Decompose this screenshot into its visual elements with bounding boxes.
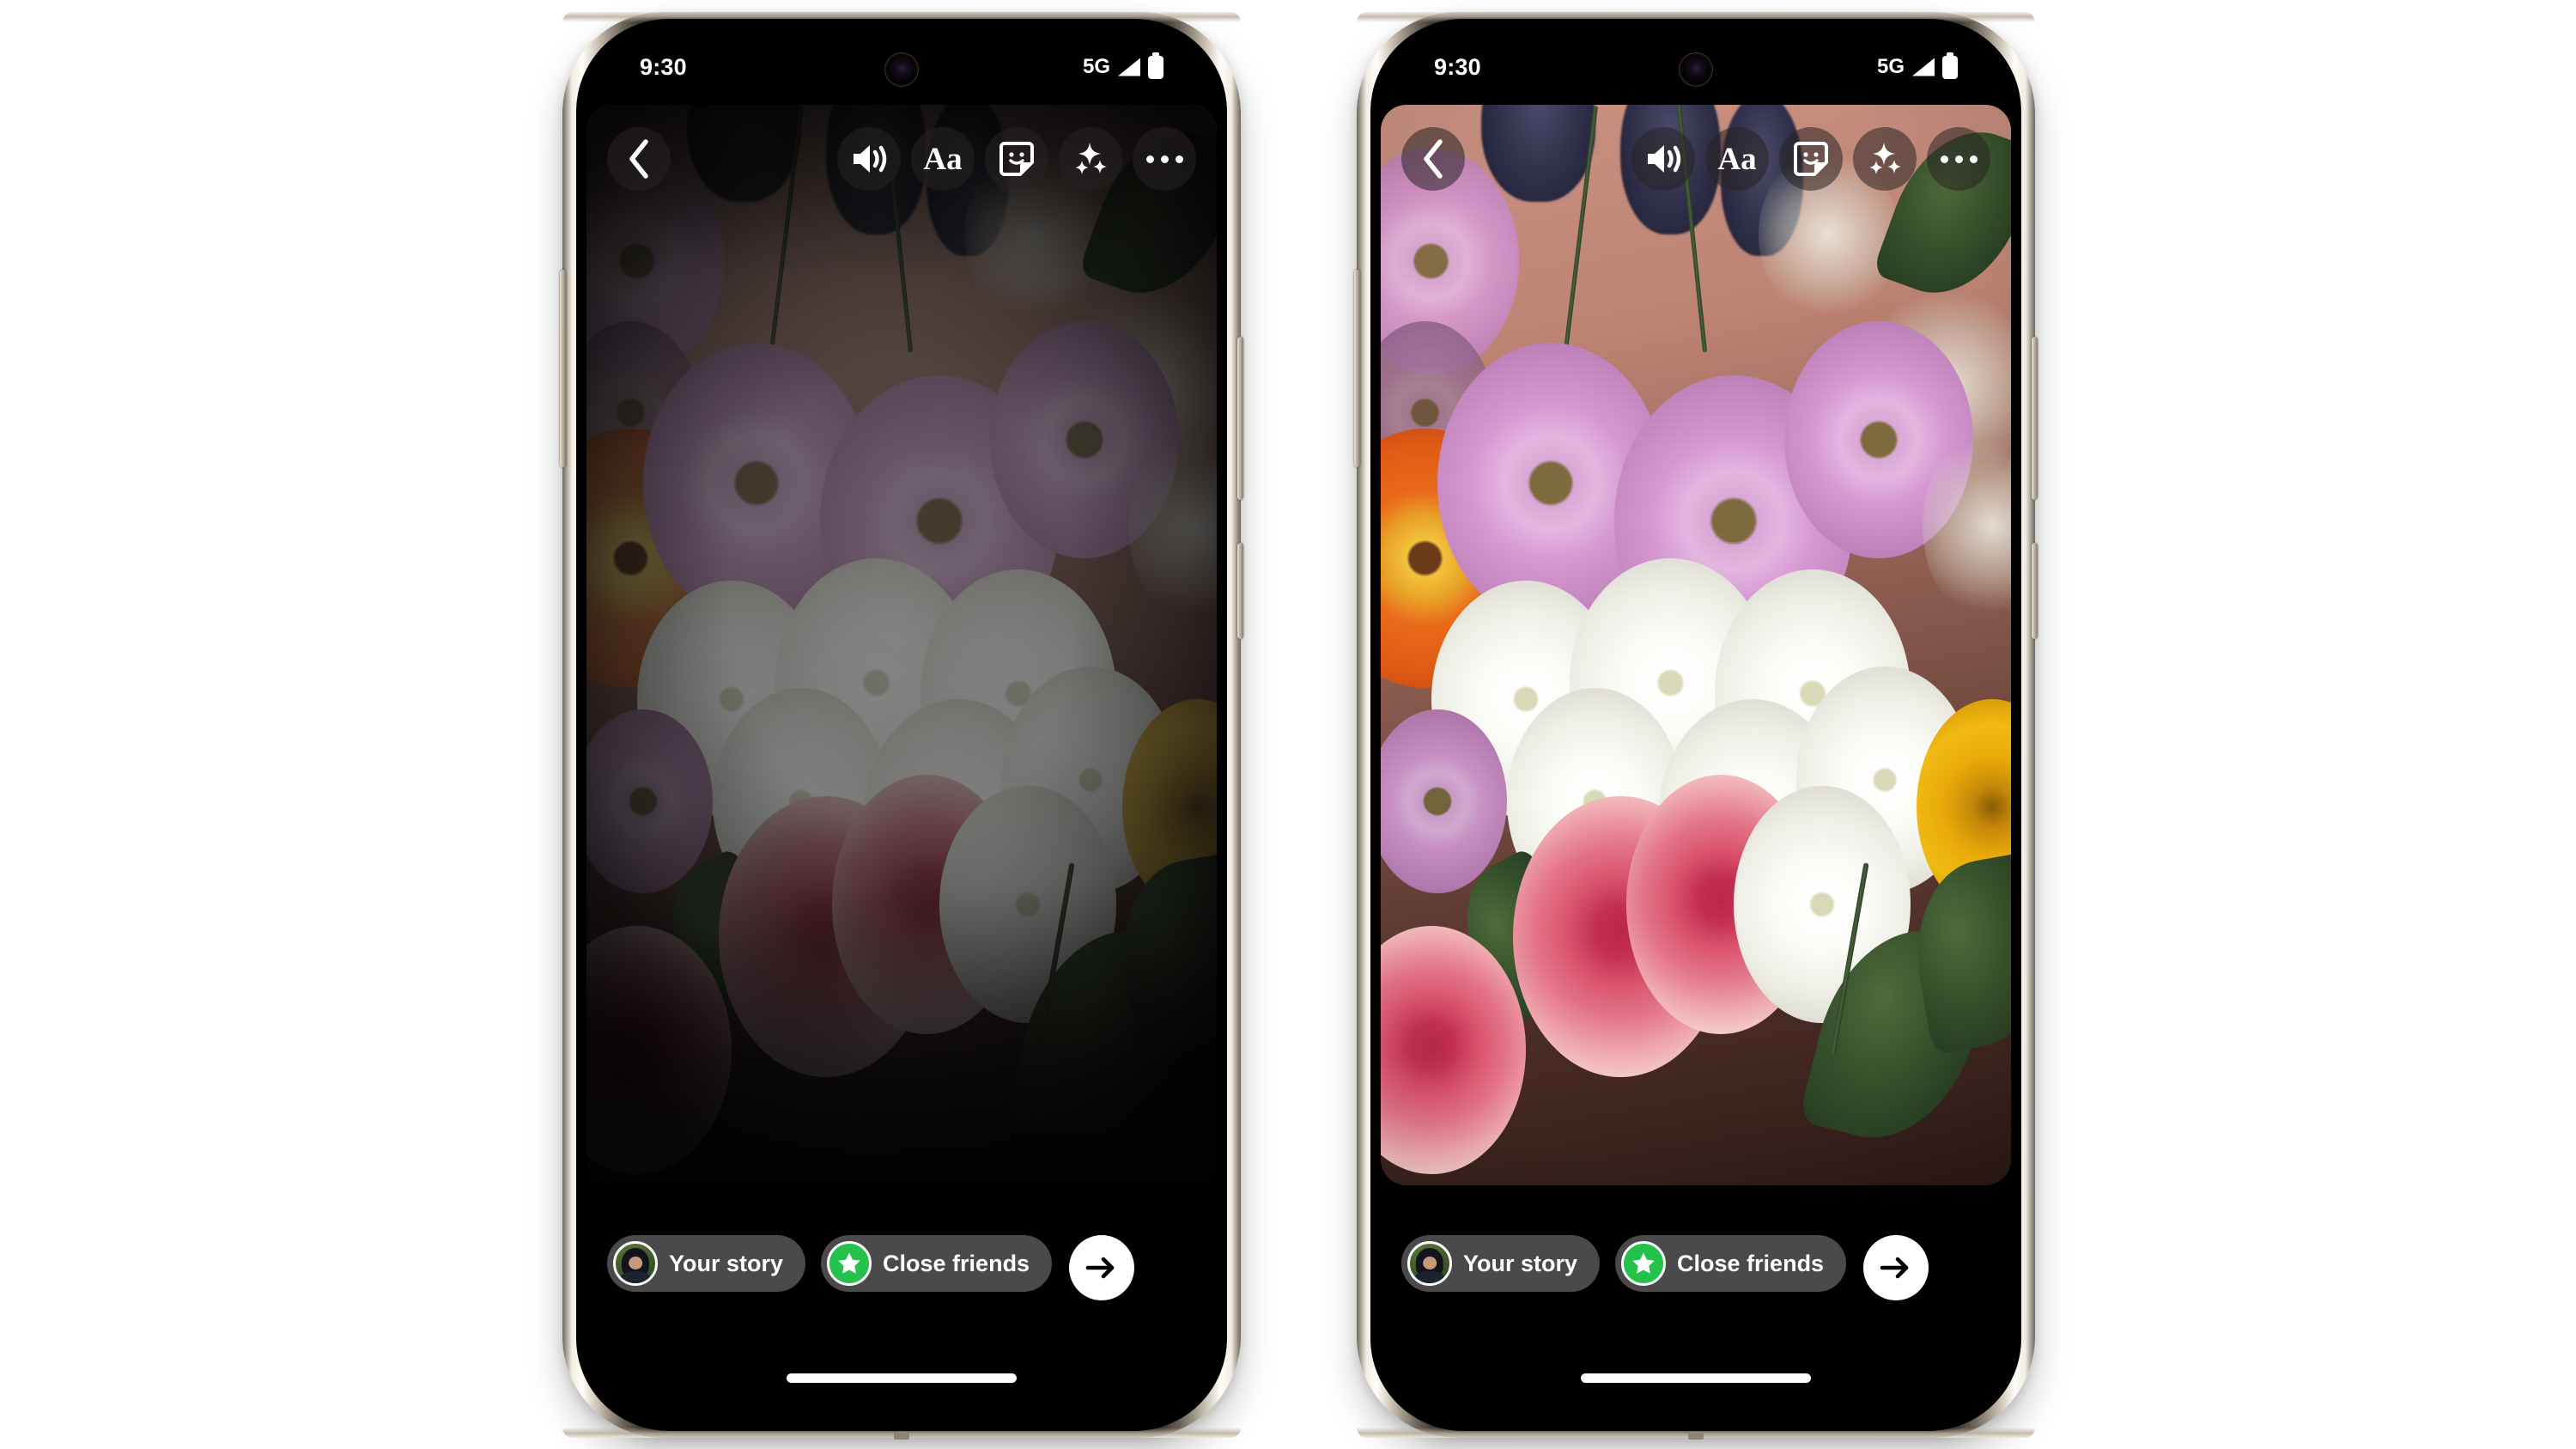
text-aa-icon: Aa — [923, 141, 963, 177]
avatar — [613, 1241, 658, 1286]
close-friends-label: Close friends — [883, 1250, 1030, 1276]
battery-icon — [1148, 55, 1163, 79]
back-button[interactable] — [1401, 127, 1465, 191]
star-icon — [1632, 1252, 1655, 1274]
phone-screen-after: 9:30 5G Aa Your story Close friends — [1381, 29, 2011, 1421]
phone-shell-after: 9:30 5G Aa Your story Close friends — [1370, 19, 2021, 1431]
status-network-label: 5G — [1082, 55, 1110, 78]
volume-button[interactable] — [1354, 270, 1360, 467]
frame-bottom-notch — [894, 1432, 909, 1440]
front-camera-icon — [887, 55, 916, 84]
chevron-left-icon — [629, 139, 648, 179]
sticker-button[interactable] — [1779, 127, 1843, 191]
share-bar: Your story Close friends — [1381, 1199, 2011, 1421]
star-icon — [838, 1252, 860, 1274]
sticker-smiley-icon — [1794, 142, 1828, 176]
more-button[interactable] — [1133, 127, 1196, 191]
phone-device-after: 9:30 5G Aa Your story Close friends — [1354, 12, 2038, 1440]
status-indicators: 5G — [1877, 55, 1958, 79]
bouquet-photo-dim — [586, 105, 1217, 1185]
sticker-smiley-icon — [999, 142, 1034, 176]
your-story-button[interactable]: Your story — [607, 1235, 806, 1292]
send-button[interactable] — [1863, 1235, 1929, 1300]
status-indicators: 5G — [1083, 55, 1163, 79]
avatar — [1407, 1241, 1452, 1286]
send-button[interactable] — [1069, 1235, 1135, 1300]
status-time: 9:30 — [1434, 53, 1481, 80]
speaker-wave-icon — [1648, 145, 1681, 173]
speaker-wave-icon — [854, 145, 887, 173]
your-story-button[interactable]: Your story — [1401, 1235, 1601, 1292]
sound-button[interactable] — [837, 127, 901, 191]
action-button[interactable] — [2032, 543, 2038, 639]
home-indicator[interactable] — [1581, 1373, 1811, 1383]
arrow-right-icon — [1085, 1257, 1115, 1279]
sparkles-icon — [1869, 143, 1901, 174]
more-button[interactable] — [1927, 127, 1990, 191]
three-dots-icon — [1145, 155, 1183, 163]
phone-shell-before: 9:30 5G Aa Your story Close friends — [576, 19, 1227, 1431]
toolbar-actions: Aa — [837, 127, 1196, 191]
phone-device-before: 9:30 5G Aa Your story Close friends — [560, 12, 1243, 1440]
back-button[interactable] — [607, 127, 671, 191]
three-dots-icon — [1940, 155, 1978, 163]
story-editor-toolbar: Aa — [586, 127, 1217, 191]
sound-button[interactable] — [1631, 127, 1695, 191]
share-bar: Your story Close friends — [586, 1199, 1217, 1421]
story-media-before[interactable] — [586, 105, 1217, 1185]
effects-button[interactable] — [1059, 127, 1122, 191]
power-button[interactable] — [1237, 337, 1243, 500]
frame-bottom-notch — [1688, 1432, 1704, 1440]
toolbar-actions: Aa — [1631, 127, 1990, 191]
close-friends-button[interactable]: Close friends — [1615, 1235, 1847, 1292]
signal-bars-icon — [1912, 58, 1935, 76]
text-aa-icon: Aa — [1717, 141, 1757, 177]
close-friends-button[interactable]: Close friends — [821, 1235, 1053, 1292]
effects-button[interactable] — [1853, 127, 1917, 191]
status-network-label: 5G — [1876, 55, 1905, 78]
text-button[interactable]: Aa — [911, 127, 975, 191]
green-star-badge-icon — [827, 1241, 872, 1286]
your-story-label: Your story — [1463, 1250, 1578, 1276]
story-media-after[interactable] — [1381, 105, 2011, 1185]
power-button[interactable] — [2032, 337, 2038, 500]
close-friends-label: Close friends — [1677, 1250, 1825, 1276]
text-button[interactable]: Aa — [1705, 127, 1769, 191]
home-indicator[interactable] — [787, 1373, 1017, 1383]
chevron-left-icon — [1424, 139, 1443, 179]
story-editor-toolbar: Aa — [1381, 127, 2011, 191]
action-button[interactable] — [1237, 543, 1243, 639]
green-star-badge-icon — [1621, 1241, 1667, 1286]
sparkles-icon — [1075, 143, 1107, 174]
signal-bars-icon — [1118, 58, 1140, 76]
phone-screen-before: 9:30 5G Aa Your story Close friends — [586, 29, 1217, 1421]
arrow-right-icon — [1880, 1257, 1909, 1279]
status-time: 9:30 — [640, 53, 687, 80]
front-camera-icon — [1681, 55, 1710, 84]
your-story-label: Your story — [669, 1250, 784, 1276]
volume-button[interactable] — [560, 270, 566, 467]
bouquet-photo — [1381, 105, 2011, 1185]
screenshot-canvas: 9:30 5G Aa Your story Close friends 9:30… — [0, 0, 2576, 1449]
sticker-button[interactable] — [985, 127, 1048, 191]
battery-icon — [1942, 55, 1958, 79]
